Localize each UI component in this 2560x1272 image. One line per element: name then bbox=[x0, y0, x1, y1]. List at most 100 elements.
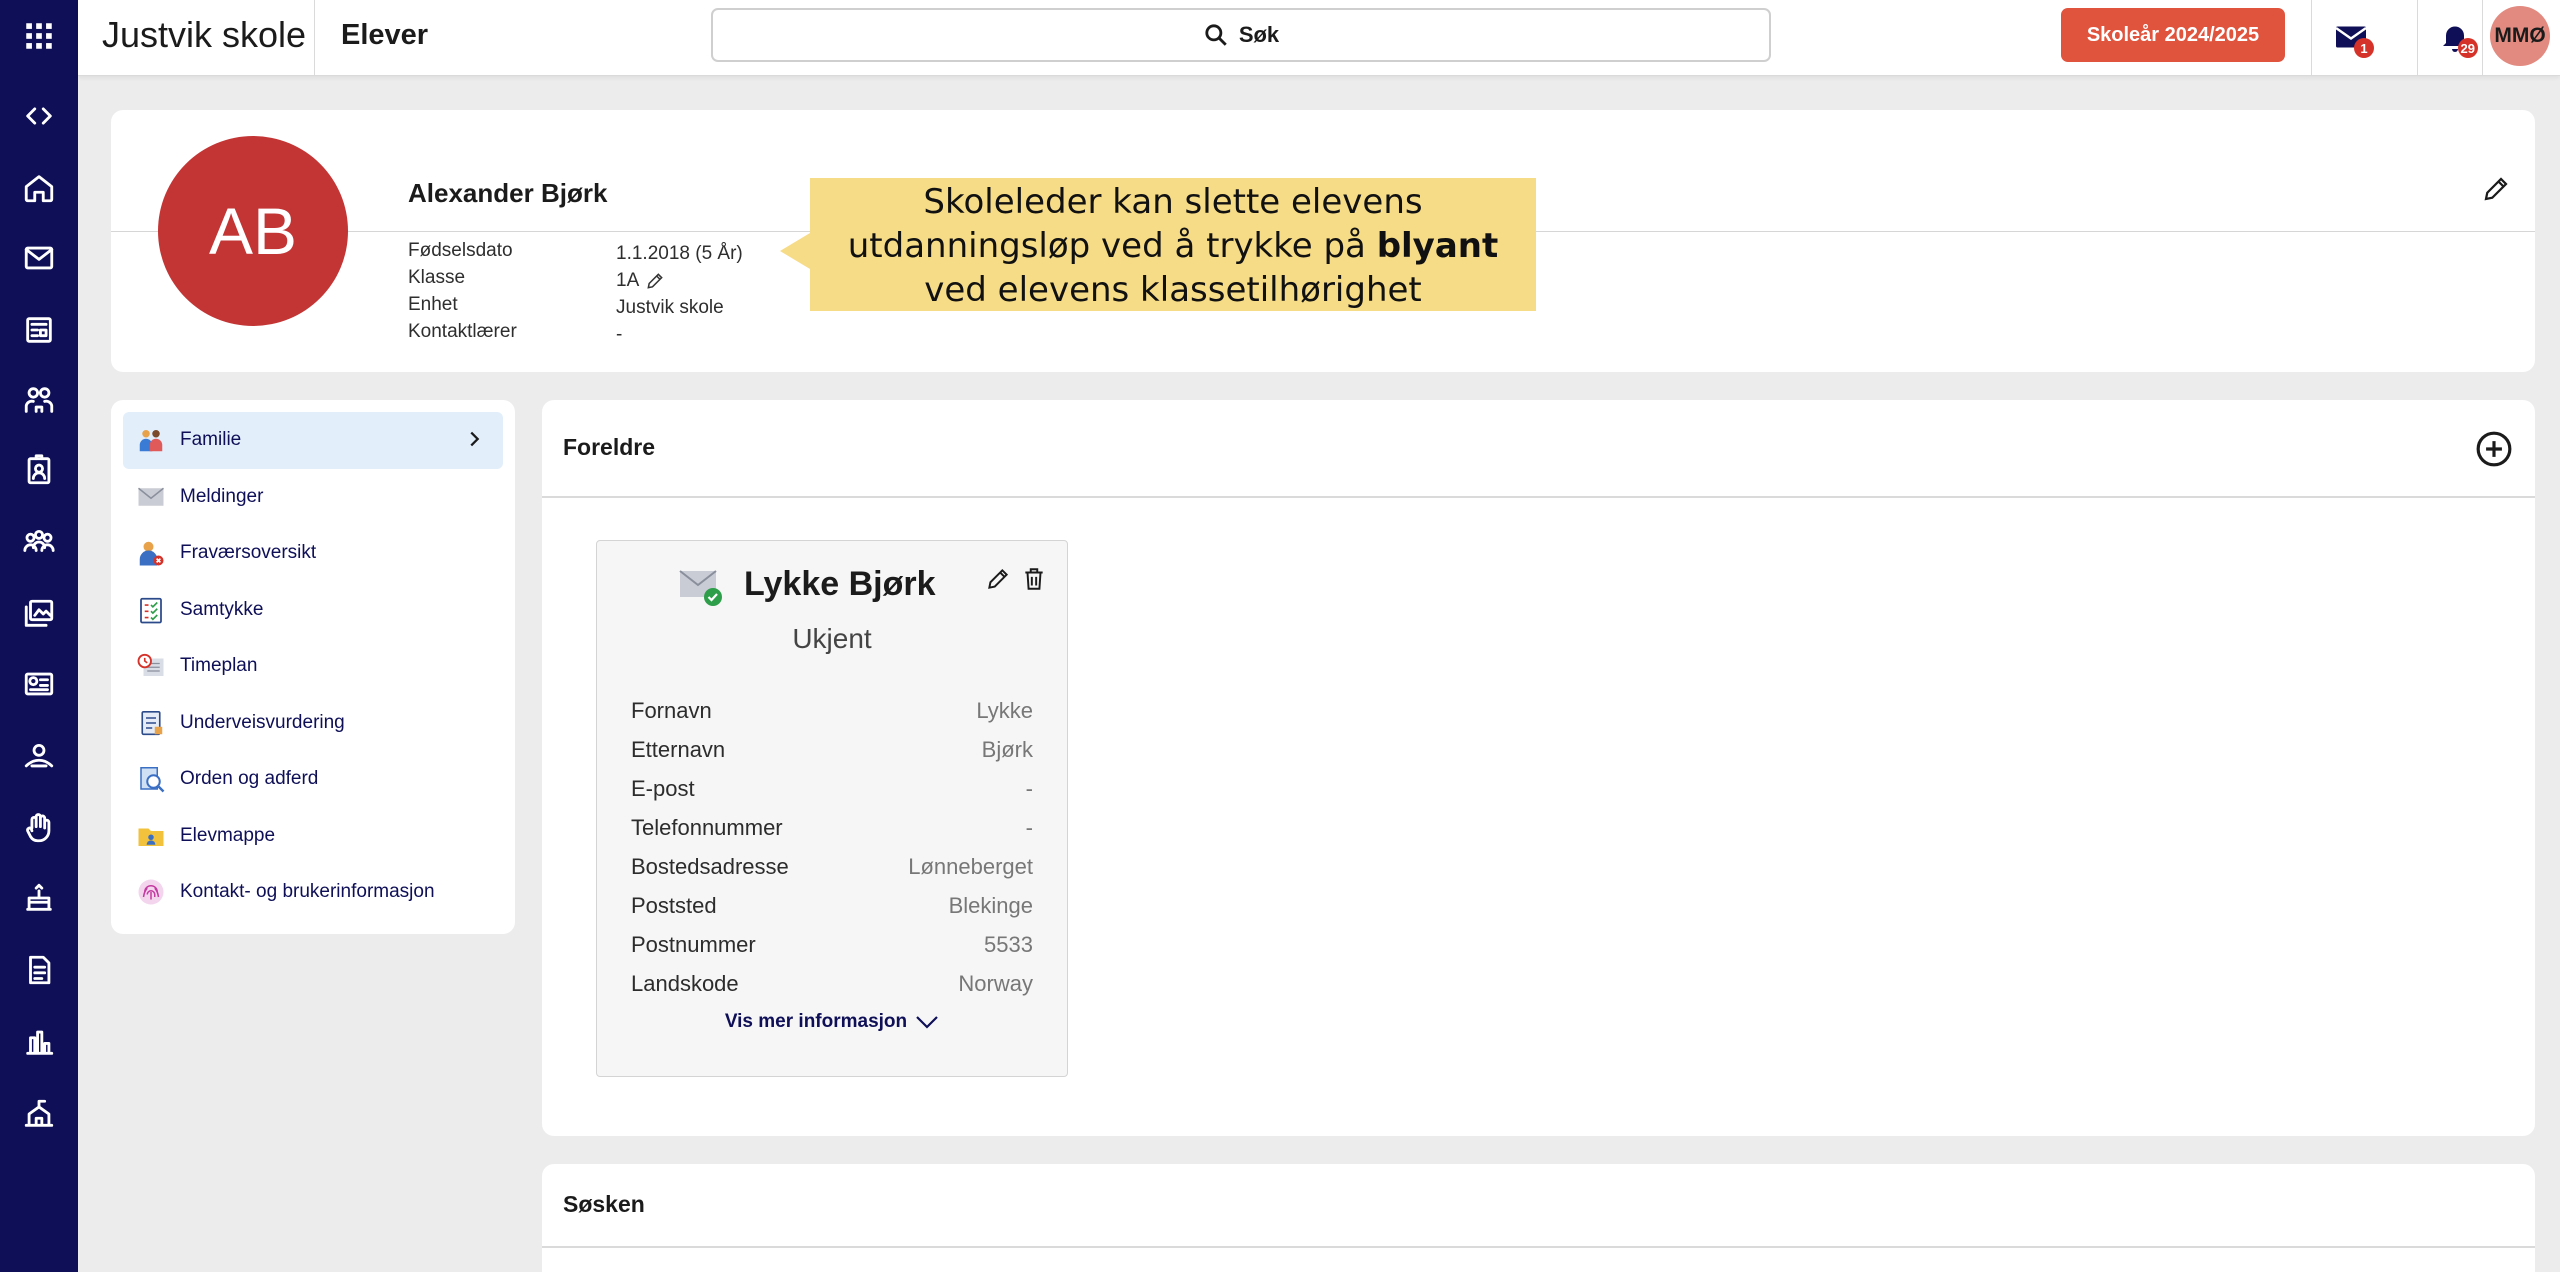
notifications-badge: 29 bbox=[2457, 38, 2478, 58]
menu-item-label: Timeplan bbox=[180, 655, 258, 677]
menu-item-label: Samtykke bbox=[180, 598, 264, 620]
trash-icon bbox=[1025, 568, 1043, 590]
info-row-birthdate: Fødselsdato 1.1.2018 (5 År) bbox=[408, 240, 743, 267]
info-value: Justvik skole bbox=[616, 296, 724, 318]
menu-item-familie[interactable]: Familie bbox=[123, 412, 503, 469]
badge-icon[interactable] bbox=[0, 444, 78, 496]
detail-row: Etternavn Bjørk bbox=[631, 730, 1033, 769]
hand-icon[interactable] bbox=[0, 802, 78, 854]
school-year-button[interactable]: Skoleår 2024/2025 bbox=[2061, 8, 2285, 62]
parent-role: Ukjent bbox=[792, 623, 872, 654]
assessment-icon bbox=[135, 707, 167, 739]
detail-row: Postnummer 5533 bbox=[631, 925, 1033, 964]
detail-row: Poststed Blekinge bbox=[631, 886, 1033, 925]
detail-row: E-post - bbox=[631, 769, 1033, 808]
menu-item-samtykke[interactable]: Samtykke bbox=[123, 582, 503, 639]
gallery-icon[interactable] bbox=[0, 588, 78, 640]
show-more-label: Vis mer informasjon bbox=[724, 1011, 908, 1032]
detail-label: Poststed bbox=[631, 892, 717, 918]
email-verified-icon bbox=[679, 567, 723, 607]
detail-label: Fornavn bbox=[631, 697, 712, 723]
detail-label: Postnummer bbox=[631, 931, 756, 957]
class-value: 1A bbox=[616, 269, 640, 291]
school-icon[interactable] bbox=[0, 1088, 78, 1140]
fingerprint-icon bbox=[135, 876, 167, 908]
search-input[interactable]: Søk bbox=[711, 8, 1771, 62]
menu-item-timeplan[interactable]: Timeplan bbox=[123, 638, 503, 695]
dashboard-icon[interactable] bbox=[0, 658, 78, 710]
panel-title: Søsken bbox=[563, 1191, 645, 1217]
callout-line-2: utdanningsløp ved å trykke på blyant bbox=[810, 224, 1536, 268]
top-bar: Justvik skole Elever Søk Skoleår 2024/20… bbox=[78, 0, 2560, 76]
statistics-icon[interactable] bbox=[0, 1016, 78, 1068]
info-label: Enhet bbox=[408, 294, 458, 315]
student-menu: Familie Meldinger Fraværsoversikt Samtyk… bbox=[111, 400, 515, 934]
menu-item-fravaersoversikt[interactable]: Fraværsoversikt bbox=[123, 525, 503, 582]
siblings-panel: Søsken bbox=[542, 1164, 2535, 1272]
detail-row: Bostedsadresse Lønneberget bbox=[631, 847, 1033, 886]
info-row-contact-teacher: Kontaktlærer - bbox=[408, 321, 743, 348]
parent-details: Fornavn Lykke Etternavn Bjørk E-post - Tele… bbox=[631, 691, 1033, 1003]
menu-item-label: Familie bbox=[180, 429, 242, 451]
divider bbox=[542, 496, 2535, 498]
news-icon[interactable] bbox=[0, 304, 78, 356]
search-icon bbox=[1205, 24, 1227, 46]
plus-circle-icon bbox=[2476, 431, 2512, 467]
menu-item-kontakt-og-brukerinformasjon[interactable]: Kontakt- og brukerinformasjon bbox=[123, 864, 503, 921]
messages-button[interactable]: 1 bbox=[2328, 14, 2374, 60]
left-nav-rail bbox=[0, 0, 78, 1272]
detail-row: Landskode Norway bbox=[631, 964, 1033, 1003]
notifications-button[interactable]: 29 bbox=[2432, 14, 2478, 60]
parent-actions bbox=[985, 565, 1047, 593]
groups-icon[interactable] bbox=[0, 516, 78, 568]
tutorial-callout: Skoleleder kan slette elevens utdannings… bbox=[780, 178, 1536, 311]
detail-value: - bbox=[1025, 775, 1033, 801]
delete-parent-button[interactable] bbox=[1021, 565, 1047, 593]
detail-value: 5533 bbox=[984, 931, 1033, 957]
menu-item-underveisvurdering[interactable]: Underveisvurdering bbox=[123, 695, 503, 752]
callout-line-1: Skoleleder kan slette elevens bbox=[923, 182, 1423, 222]
pencil-icon bbox=[2484, 177, 2508, 201]
divider bbox=[2417, 0, 2418, 76]
support-icon[interactable] bbox=[0, 730, 78, 782]
mail-icon[interactable] bbox=[0, 232, 78, 284]
detail-value: Bjørk bbox=[981, 736, 1033, 762]
detail-value: Lønneberget bbox=[908, 853, 1033, 879]
document-icon[interactable] bbox=[0, 944, 78, 996]
menu-item-elevmappe[interactable]: Elevmappe bbox=[123, 808, 503, 865]
school-name[interactable]: Justvik skole bbox=[102, 14, 306, 56]
add-parent-button[interactable] bbox=[2475, 430, 2513, 468]
apps-grid-icon[interactable] bbox=[0, 10, 78, 62]
cake-icon[interactable] bbox=[0, 872, 78, 924]
clipboard-icon bbox=[135, 594, 167, 626]
info-label: Kontaktlærer bbox=[408, 321, 517, 342]
menu-item-label: Meldinger bbox=[180, 485, 264, 507]
pencil-icon[interactable] bbox=[645, 271, 665, 291]
student-avatar: AB bbox=[158, 136, 348, 326]
menu-item-meldinger[interactable]: Meldinger bbox=[123, 469, 503, 526]
user-avatar[interactable]: MMØ bbox=[2490, 6, 2550, 66]
conduct-icon bbox=[135, 763, 167, 795]
info-row-unit: Enhet Justvik skole bbox=[408, 294, 743, 321]
edit-profile-button[interactable] bbox=[2481, 174, 2517, 210]
callout-bold-text: blyant bbox=[1376, 226, 1499, 266]
student-info: Fødselsdato 1.1.2018 (5 År) Klasse 1A En… bbox=[408, 240, 743, 348]
edit-parent-button[interactable] bbox=[985, 565, 1011, 593]
expand-collapse-icon[interactable] bbox=[0, 90, 78, 142]
detail-label: Bostedsadresse bbox=[631, 853, 789, 879]
detail-value: Blekinge bbox=[948, 892, 1033, 918]
students-icon[interactable] bbox=[0, 374, 78, 426]
detail-label: Telefonnummer bbox=[631, 814, 783, 840]
menu-item-label: Orden og adferd bbox=[180, 768, 319, 790]
info-row-class: Klasse 1A bbox=[408, 267, 743, 294]
divider bbox=[2482, 0, 2483, 76]
menu-item-label: Fraværsoversikt bbox=[180, 542, 317, 564]
detail-value: Lykke bbox=[976, 697, 1033, 723]
home-icon[interactable] bbox=[0, 162, 78, 214]
family-icon bbox=[135, 424, 167, 456]
info-label: Klasse bbox=[408, 267, 466, 288]
chevron-right-icon bbox=[463, 428, 485, 450]
menu-item-orden-og-adferd[interactable]: Orden og adferd bbox=[123, 751, 503, 808]
show-more-info-button[interactable]: Vis mer informasjon bbox=[597, 1011, 1067, 1033]
parent-name: Lykke Bjørk bbox=[744, 565, 936, 603]
